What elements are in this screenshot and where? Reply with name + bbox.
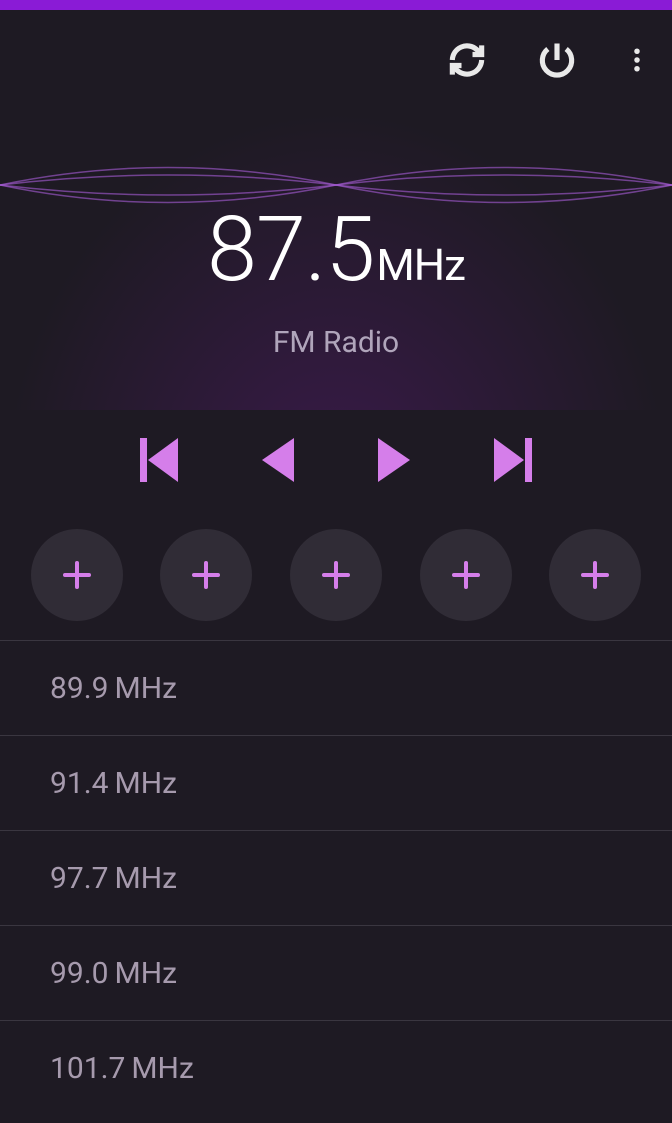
station-frequency: 89.9 [50,671,109,706]
refresh-icon[interactable] [442,35,492,85]
add-preset-icon [322,561,350,589]
seek-next-button[interactable] [492,438,532,482]
station-frequency: 97.7 [50,861,109,896]
station-frequency-unit: MHz [115,766,177,801]
tune-down-button[interactable] [260,438,296,482]
frequency-display: 87.5MHz FM Radio [0,110,672,410]
station-item[interactable]: 99.0MHz [0,925,672,1020]
preset-row [0,510,672,640]
status-bar [0,0,672,10]
station-item[interactable]: 97.7MHz [0,830,672,925]
add-preset-icon [581,561,609,589]
current-frequency: 87.5MHz [0,205,672,295]
station-label: FM Radio [0,325,672,360]
preset-slot-2[interactable] [160,529,252,621]
station-frequency-unit: MHz [115,861,177,896]
station-frequency: 91.4 [50,766,109,801]
station-frequency-unit: MHz [131,1051,193,1086]
add-preset-icon [63,561,91,589]
seek-previous-button[interactable] [140,438,180,482]
tune-up-button[interactable] [376,438,412,482]
station-frequency-unit: MHz [115,671,177,706]
more-menu-icon[interactable] [622,35,652,85]
frequency-value: 87.5 [207,197,374,302]
preset-slot-5[interactable] [549,529,641,621]
preset-slot-3[interactable] [290,529,382,621]
station-item[interactable]: 101.7MHz [0,1020,672,1115]
preset-slot-4[interactable] [420,529,512,621]
station-frequency: 99.0 [50,956,109,991]
station-list: 89.9MHz 91.4MHz 97.7MHz 99.0MHz 101.7MHz [0,640,672,1115]
preset-slot-1[interactable] [31,529,123,621]
toolbar [0,10,672,110]
station-item[interactable]: 91.4MHz [0,735,672,830]
add-preset-icon [452,561,480,589]
add-preset-icon [192,561,220,589]
station-item[interactable]: 89.9MHz [0,640,672,735]
station-frequency-unit: MHz [115,956,177,991]
frequency-unit: MHz [376,239,465,291]
playback-controls [0,410,672,510]
station-frequency: 101.7 [50,1051,125,1086]
power-icon[interactable] [532,35,582,85]
